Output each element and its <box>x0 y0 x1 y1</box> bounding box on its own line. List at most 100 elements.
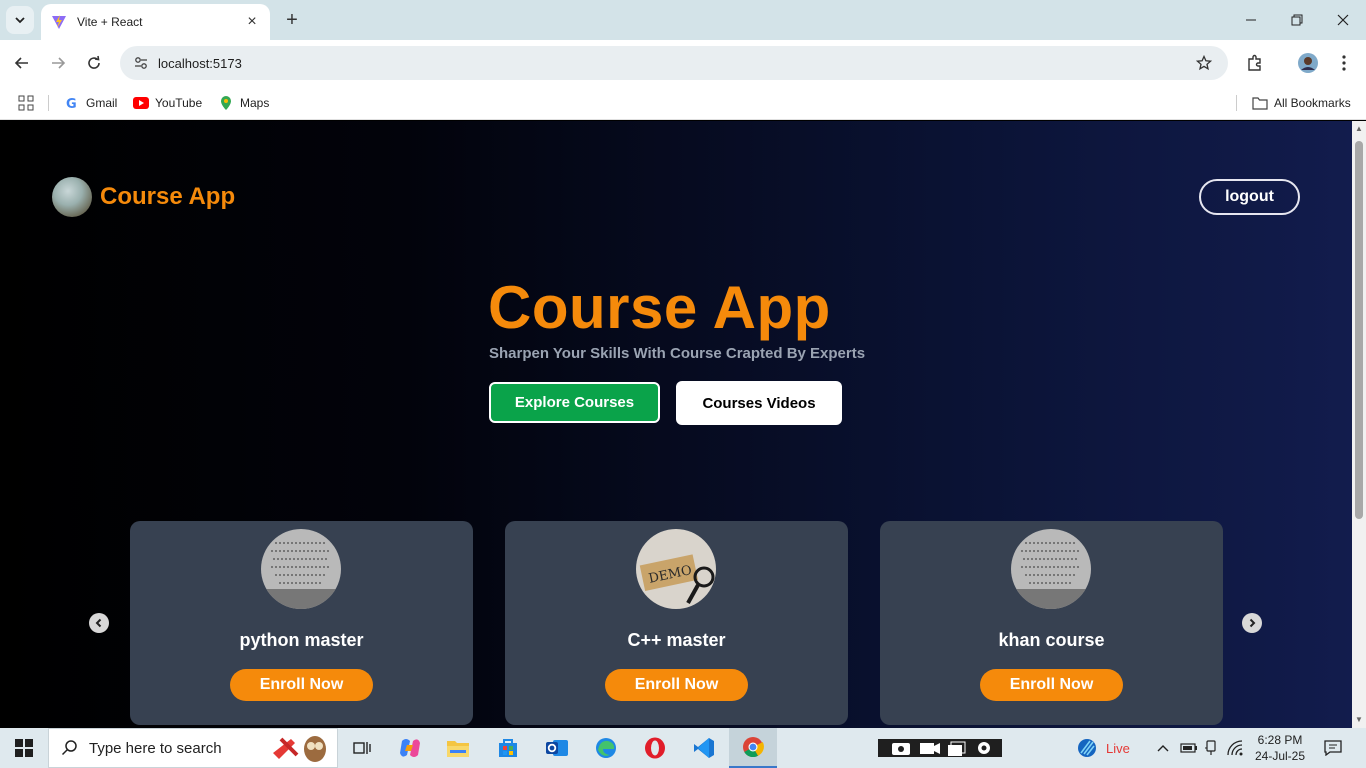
close-window-icon <box>1337 14 1349 26</box>
course-card: python master Enroll Now <box>130 521 473 725</box>
new-tab-button[interactable]: + <box>280 8 304 32</box>
wifi-icon[interactable] <box>1226 740 1244 756</box>
vscode-app[interactable] <box>680 728 728 768</box>
course-title: C++ master <box>627 630 726 650</box>
microsoft-store-app[interactable] <box>484 728 532 768</box>
usb-device-icon[interactable] <box>1204 740 1218 756</box>
chevron-right-icon <box>1249 618 1256 628</box>
enroll-now-button[interactable]: Enroll Now <box>980 669 1123 701</box>
hero-title: Course App <box>488 274 831 341</box>
taskbar-search-box[interactable]: Type here to search <box>48 728 338 768</box>
close-icon[interactable]: × <box>244 13 260 30</box>
reload-button[interactable] <box>80 49 108 77</box>
minimize-icon <box>1246 19 1256 21</box>
notification-icon <box>1324 740 1342 756</box>
search-icon <box>61 740 77 756</box>
divider <box>48 95 49 111</box>
carousel-prev-arrow[interactable] <box>89 613 109 633</box>
scroll-up-icon[interactable]: ▲ <box>1355 124 1363 133</box>
task-view-icon <box>353 742 371 754</box>
copilot-icon <box>400 739 420 757</box>
bookmark-star-icon[interactable] <box>1192 51 1216 75</box>
store-icon <box>499 739 517 757</box>
folder-icon <box>1252 95 1268 111</box>
bookmark-maps[interactable]: Maps <box>218 92 269 114</box>
forward-button[interactable] <box>44 49 72 77</box>
arrow-right-icon <box>52 57 66 69</box>
reload-icon <box>88 55 100 69</box>
scroll-thumb[interactable] <box>1355 141 1363 519</box>
youtube-icon <box>133 95 149 111</box>
course-card: DEMO C++ master Enroll Now <box>505 521 848 725</box>
clock-time: 6:28 PM <box>1257 733 1303 747</box>
chrome-app[interactable] <box>729 728 777 768</box>
chrome-icon <box>743 737 764 758</box>
restore-button[interactable] <box>1274 0 1320 40</box>
arrow-left-icon <box>14 57 28 69</box>
brand-name: Course App <box>100 183 236 210</box>
course-title: python master <box>239 630 364 650</box>
edge-app[interactable] <box>582 728 630 768</box>
browser-tab[interactable]: Vite + React × <box>41 4 270 40</box>
search-highlight-icon <box>273 736 326 762</box>
windows-taskbar: Type here to search Live 6:28 PM 24-Jul-… <box>0 728 1366 768</box>
bookmark-youtube[interactable]: YouTube <box>133 92 202 114</box>
tab-search-button[interactable] <box>6 6 34 34</box>
address-bar[interactable]: localhost:5173 <box>120 46 1228 80</box>
chevron-up-icon[interactable] <box>1156 743 1170 753</box>
browser-toolbar: localhost:5173 <box>0 40 1366 86</box>
site-info-icon[interactable] <box>132 54 150 72</box>
explore-courses-button[interactable]: Explore Courses <box>489 382 660 423</box>
courses-videos-button[interactable]: Courses Videos <box>676 381 842 425</box>
logout-button[interactable]: logout <box>1199 179 1300 215</box>
more-menu-icon[interactable] <box>1332 51 1356 75</box>
enroll-now-button[interactable]: Enroll Now <box>605 669 748 701</box>
taskbar-clock[interactable]: 6:28 PM 24-Jul-25 <box>1252 732 1308 764</box>
enroll-now-button[interactable]: Enroll Now <box>230 669 373 701</box>
cricket-icon <box>1078 739 1096 757</box>
gmail-icon: G <box>64 95 80 111</box>
file-explorer-app[interactable] <box>434 728 482 768</box>
opera-app[interactable] <box>631 728 679 768</box>
maps-icon <box>218 95 234 111</box>
notification-button[interactable] <box>1324 728 1342 768</box>
extensions-icon[interactable] <box>1243 51 1267 75</box>
carousel-next-arrow[interactable] <box>1242 613 1262 633</box>
chevron-left-icon <box>95 618 102 628</box>
copilot-app[interactable] <box>386 728 434 768</box>
start-button[interactable] <box>0 728 48 768</box>
search-placeholder: Type here to search <box>89 739 222 757</box>
svg-text:G: G <box>66 97 77 110</box>
restore-icon <box>1291 14 1303 26</box>
page-scrollbar[interactable]: ▲ ▼ <box>1352 121 1366 728</box>
scroll-down-icon[interactable]: ▼ <box>1355 715 1363 724</box>
windows-logo-icon <box>15 739 33 757</box>
browser-tab-bar: Vite + React × + <box>0 0 1366 40</box>
bookmark-gmail[interactable]: G Gmail <box>64 92 117 114</box>
vscode-icon <box>694 738 714 758</box>
apps-grid-icon[interactable] <box>18 92 34 114</box>
chevron-down-icon <box>15 17 25 24</box>
course-image <box>1011 529 1091 609</box>
clock-date: 24-Jul-25 <box>1254 749 1306 763</box>
back-button[interactable] <box>8 49 36 77</box>
tab-title: Vite + React <box>77 15 143 29</box>
live-label: Live <box>1106 740 1130 756</box>
capture-toolbar <box>876 728 1002 768</box>
task-view-button[interactable] <box>338 728 386 768</box>
close-window-button[interactable] <box>1320 0 1366 40</box>
outlook-icon <box>546 740 568 756</box>
minimize-button[interactable] <box>1228 0 1274 40</box>
all-bookmarks-button[interactable]: All Bookmarks <box>1252 92 1351 114</box>
profile-avatar[interactable] <box>1296 51 1320 75</box>
outlook-app[interactable] <box>533 728 581 768</box>
bookmark-label: Gmail <box>86 96 118 110</box>
bookmarks-bar: G Gmail YouTube Maps All Bookmarks <box>0 86 1366 120</box>
opera-icon <box>645 737 665 759</box>
course-image <box>261 529 341 609</box>
battery-icon[interactable] <box>1180 742 1198 754</box>
news-widget[interactable]: Live <box>1076 728 1130 768</box>
bookmark-label: Maps <box>240 96 270 110</box>
folder-icon <box>447 741 469 757</box>
course-image: DEMO <box>636 529 716 609</box>
